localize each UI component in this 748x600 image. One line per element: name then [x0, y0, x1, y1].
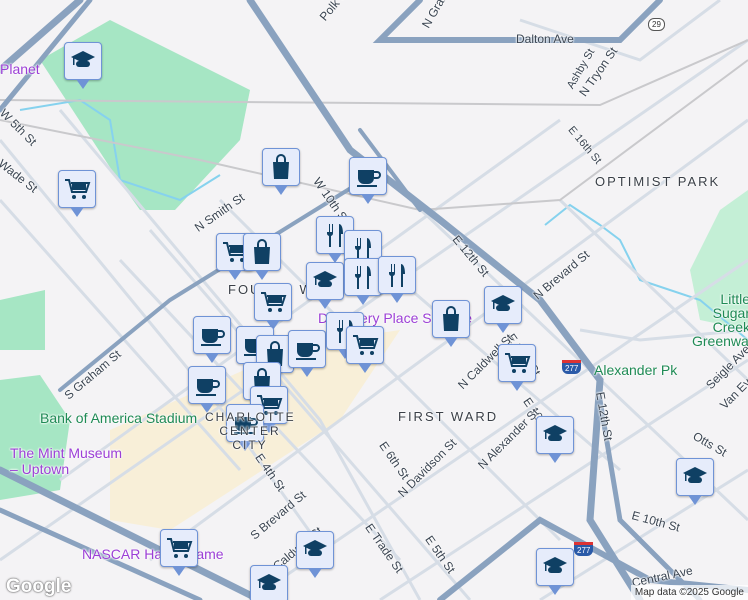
restaurant-marker[interactable]: [344, 258, 382, 305]
grocery-icon: [167, 538, 193, 558]
grocery-icon: [261, 292, 287, 312]
school-icon: [71, 51, 95, 67]
cafe-icon: [357, 170, 381, 187]
place-label-alexander-park[interactable]: Alexander Pk: [594, 362, 677, 378]
place-label-nascar-hall-of-fame[interactable]: NASCAR Hall of Fame: [82, 546, 224, 562]
restaurant-icon: [388, 264, 405, 287]
place-label-mint-museum[interactable]: The Mint Museum – Uptown: [10, 445, 130, 477]
school-icon: [303, 540, 327, 556]
school-icon: [257, 574, 281, 590]
neighborhood-label: FIRST WARD: [398, 409, 499, 424]
map-attribution[interactable]: Map data ©2025 Google: [630, 585, 748, 600]
cafe-marker[interactable]: [288, 330, 326, 377]
shopping-marker[interactable]: [243, 233, 281, 280]
interstate-277-shield: 277: [562, 360, 582, 374]
school-marker[interactable]: [676, 458, 714, 505]
school-icon: [543, 557, 567, 573]
grocery-marker[interactable]: [58, 170, 96, 217]
grocery-marker[interactable]: [254, 283, 292, 330]
restaurant-marker[interactable]: [378, 256, 416, 303]
school-marker[interactable]: [536, 548, 574, 595]
shopping-marker[interactable]: [262, 148, 300, 195]
school-marker[interactable]: [484, 286, 522, 333]
school-marker[interactable]: [536, 416, 574, 463]
shopping-icon: [443, 306, 459, 331]
map-canvas[interactable]: OPTIMIST PARK FIRST WARD FOURTH WARD CHA…: [0, 0, 748, 600]
route-29-shield: 29: [648, 18, 665, 31]
cafe-marker[interactable]: [188, 366, 226, 413]
grocery-icon: [353, 335, 379, 355]
place-label-bank-of-america-stadium[interactable]: Bank of America Stadium: [40, 410, 197, 426]
park-area: [0, 290, 45, 350]
interstate-277-shield: 277: [574, 542, 594, 556]
grocery-marker[interactable]: [160, 529, 198, 576]
shopping-icon: [254, 239, 270, 264]
neighborhood-label: CHARLOTTE CENTER CITY: [205, 410, 296, 452]
cafe-icon: [296, 343, 320, 360]
school-icon: [683, 467, 707, 483]
grocery-marker[interactable]: [498, 344, 536, 391]
street-label: Dalton Ave: [516, 32, 574, 46]
shopping-marker[interactable]: [432, 300, 470, 347]
school-marker[interactable]: [250, 565, 288, 600]
cafe-icon: [201, 329, 225, 346]
place-label-little-sugar-creek[interactable]: Little Sugar Creek Greenway: [692, 292, 748, 348]
grocery-icon: [505, 353, 531, 373]
cafe-marker[interactable]: [349, 157, 387, 204]
school-icon: [313, 271, 337, 287]
cafe-icon: [196, 379, 220, 396]
school-marker[interactable]: [296, 531, 334, 578]
google-logo[interactable]: Google: [6, 576, 71, 598]
school-icon: [491, 295, 515, 311]
park-bank-of-america: [0, 375, 70, 500]
cafe-marker[interactable]: [193, 316, 231, 363]
place-label[interactable]: Planet: [0, 61, 40, 77]
school-icon: [543, 425, 567, 441]
grocery-icon: [65, 179, 91, 199]
school-marker[interactable]: [306, 262, 344, 309]
grocery-marker[interactable]: [346, 326, 384, 373]
restaurant-icon: [354, 266, 371, 289]
shopping-icon: [273, 154, 289, 179]
school-marker[interactable]: [64, 42, 102, 89]
neighborhood-label: OPTIMIST PARK: [595, 174, 721, 189]
